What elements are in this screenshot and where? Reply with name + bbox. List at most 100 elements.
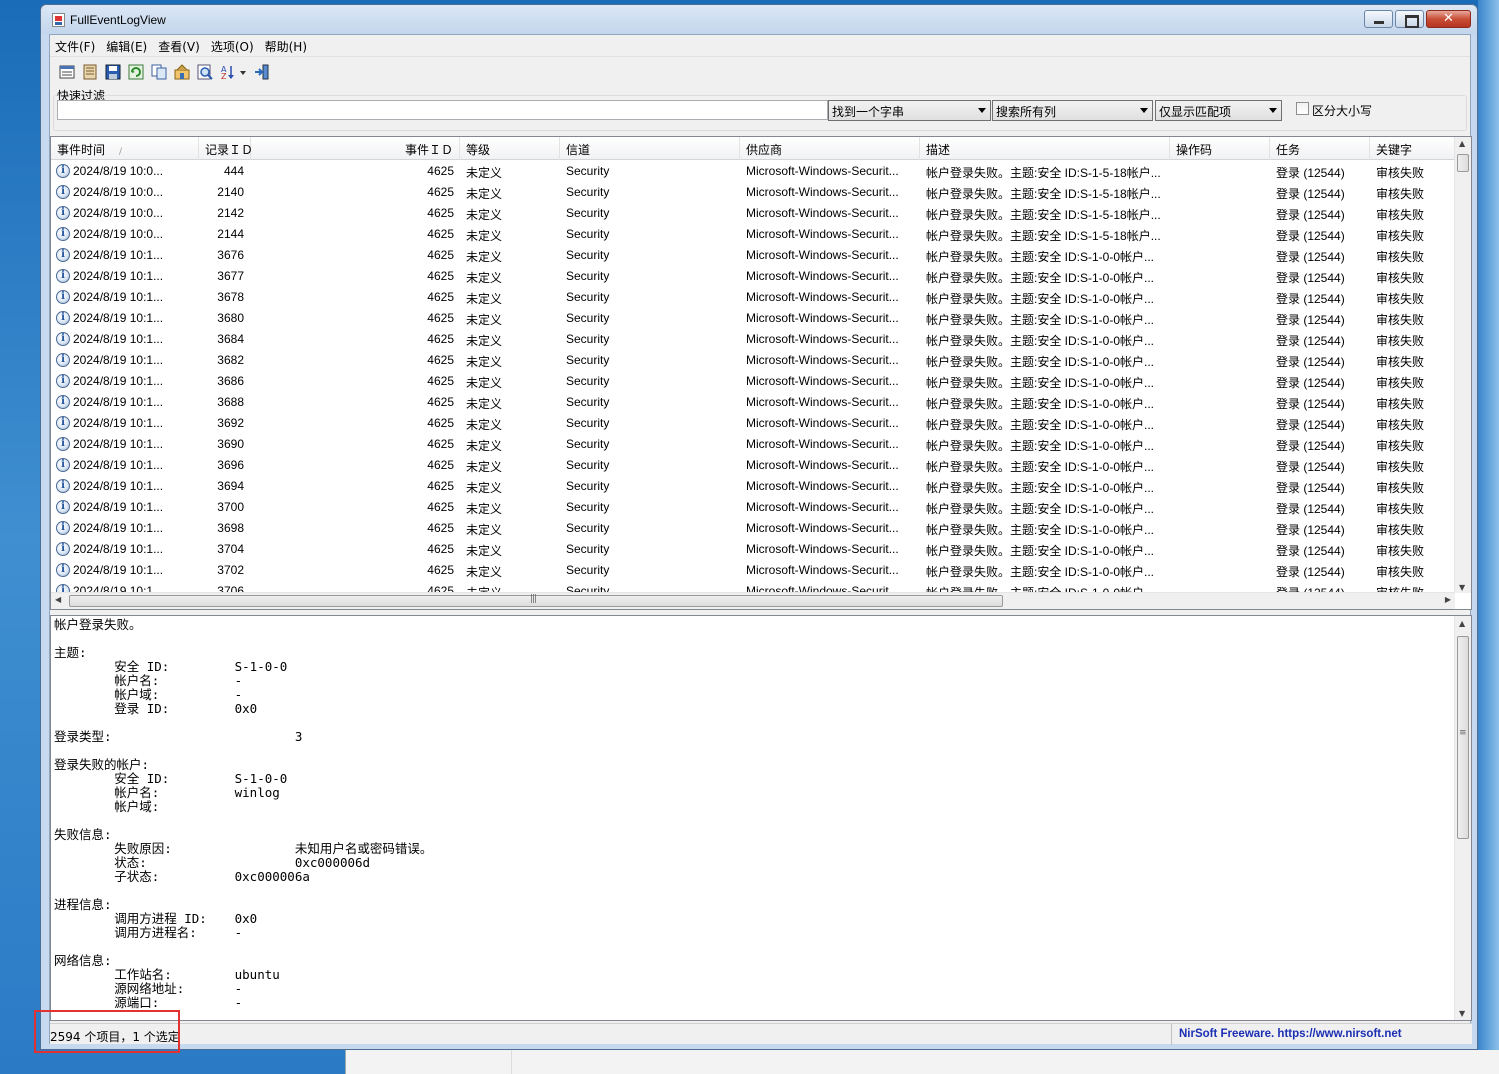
cell-task: 登录 (12544) <box>1276 229 1345 243</box>
column-header-channel[interactable]: 信道 <box>560 137 740 160</box>
cell-task: 登录 (12544) <box>1276 166 1345 180</box>
exit-icon[interactable] <box>254 64 270 80</box>
info-icon: i <box>56 416 70 430</box>
column-header-keywords[interactable]: 关键字 <box>1370 137 1455 160</box>
advanced-options-icon[interactable] <box>174 64 190 80</box>
table-row[interactable]: i 2024/8/19 10:1... 3688 4625 未定义 Security Mic… <box>51 392 1455 413</box>
event-detail-text[interactable]: 帐户登录失败。 主题: 安全 ID: S-1-0-0 帐户名: - 帐户域: -… <box>54 618 1449 1018</box>
list-vertical-scrollbar[interactable]: ▲ ▼ <box>1454 137 1471 593</box>
chevron-down-icon <box>978 108 986 113</box>
table-row[interactable]: i 2024/8/19 10:1... 3680 4625 未定义 Security Mic… <box>51 308 1455 329</box>
cell-level: 未定义 <box>466 439 503 453</box>
table-row[interactable]: i 2024/8/19 10:1... 3686 4625 未定义 Security Mic… <box>51 371 1455 392</box>
refresh-icon[interactable] <box>128 64 144 80</box>
cell-task: 登录 (12544) <box>1276 460 1345 474</box>
cell-level: 未定义 <box>466 334 503 348</box>
cell-channel: Security <box>566 164 610 178</box>
menu-options[interactable]: 选项(O) <box>206 35 260 55</box>
cell-channel: Security <box>566 206 610 220</box>
table-row[interactable]: i 2024/8/19 10:1... 3677 4625 未定义 Security Mic… <box>51 266 1455 287</box>
filter-show-select[interactable]: 仅显示匹配项 <box>1155 100 1282 121</box>
cell-description: 帐户登录失败。主题:安全 ID:S-1-0-0帐户... <box>926 334 1155 348</box>
column-header-task[interactable]: 任务 <box>1270 137 1370 160</box>
cell-record-id: 3696 <box>217 458 244 472</box>
close-button[interactable]: ✕ <box>1426 10 1471 28</box>
column-header-event-time[interactable]: 事件时间 / <box>51 137 199 160</box>
table-row[interactable]: i 2024/8/19 10:1... 3704 4625 未定义 Security Mic… <box>51 539 1455 560</box>
table-row[interactable]: i 2024/8/19 10:0... 444 4625 未定义 Security Micr… <box>51 161 1455 182</box>
table-row[interactable]: i 2024/8/19 10:1... 3676 4625 未定义 Security Mic… <box>51 245 1455 266</box>
column-header-level[interactable]: 等级 <box>460 137 560 160</box>
scroll-left-icon[interactable]: ◀ <box>55 595 61 604</box>
cell-channel: Security <box>566 269 610 283</box>
filter-columns-select[interactable]: 搜索所有列 <box>992 100 1153 121</box>
menu-file[interactable]: 文件(F) <box>50 35 101 55</box>
cell-record-id: 3677 <box>217 269 244 283</box>
filter-mode-select[interactable]: 找到一个字串 <box>828 100 991 121</box>
table-row[interactable]: i 2024/8/19 10:0... 2144 4625 未定义 Security Mic… <box>51 224 1455 245</box>
cell-keywords: 审核失败 <box>1376 292 1425 306</box>
table-row[interactable]: i 2024/8/19 10:1... 3702 4625 未定义 Security Mic… <box>51 560 1455 581</box>
app-icon[interactable] <box>52 13 65 27</box>
grip-icon: ≡ <box>1459 728 1467 738</box>
column-header-record-id[interactable]: 记录ＩＤ <box>199 137 253 160</box>
table-row[interactable]: i 2024/8/19 10:1... 3678 4625 未定义 Security Mic… <box>51 287 1455 308</box>
cell-description: 帐户登录失败。主题:安全 ID:S-1-0-0帐户... <box>926 355 1155 369</box>
info-icon: i <box>56 479 70 493</box>
properties-icon[interactable] <box>59 64 75 80</box>
table-row[interactable]: i 2024/8/19 10:1... 3692 4625 未定义 Security Mic… <box>51 413 1455 434</box>
sort-icon[interactable]: AZ <box>221 64 249 80</box>
list-horizontal-scrollbar[interactable]: ◀ ||| ▶ <box>51 592 1455 609</box>
table-row[interactable]: i 2024/8/19 10:1... 3682 4625 未定义 Security Mic… <box>51 350 1455 371</box>
cell-description: 帐户登录失败。主题:安全 ID:S-1-0-0帐户... <box>926 250 1155 264</box>
cell-event-id: 4625 <box>427 332 454 346</box>
cell-keywords: 审核失败 <box>1376 523 1425 537</box>
table-row[interactable]: i 2024/8/19 10:0... 2140 4625 未定义 Security Mic… <box>51 182 1455 203</box>
save-icon[interactable] <box>105 64 121 80</box>
find-icon[interactable] <box>197 64 213 80</box>
table-row[interactable]: i 2024/8/19 10:1... 3684 4625 未定义 Security Mic… <box>51 329 1455 350</box>
menu-help[interactable]: 帮助(H) <box>260 35 313 55</box>
table-row[interactable]: i 2024/8/19 10:1... 3694 4625 未定义 Security Mic… <box>51 476 1455 497</box>
menu-edit[interactable]: 编辑(E) <box>101 35 153 55</box>
event-list[interactable]: 事件时间 / 记录ＩＤ 事件ＩＤ 等级 信道 供应商 描述 操作码 任务 关键字 … <box>50 136 1472 610</box>
scroll-up-icon[interactable]: ▲ <box>1459 619 1465 628</box>
scroll-right-icon[interactable]: ▶ <box>1445 595 1451 604</box>
column-header-event-id[interactable]: 事件ＩＤ <box>251 137 460 160</box>
scroll-down-icon[interactable]: ▼ <box>1459 583 1465 592</box>
menu-view[interactable]: 查看(V) <box>153 35 206 55</box>
cell-event-id: 4625 <box>427 164 454 178</box>
scroll-down-icon[interactable]: ▼ <box>1459 1009 1465 1018</box>
cell-keywords: 审核失败 <box>1376 166 1425 180</box>
scroll-thumb[interactable] <box>1457 154 1469 172</box>
cell-event-id: 4625 <box>427 563 454 577</box>
quick-filter-input[interactable] <box>57 100 828 120</box>
table-row[interactable]: i 2024/8/19 10:0... 2142 4625 未定义 Security Mic… <box>51 203 1455 224</box>
cell-event-time: 2024/8/19 10:1... <box>73 269 164 283</box>
table-row[interactable]: i 2024/8/19 10:1... 3690 4625 未定义 Security Mic… <box>51 434 1455 455</box>
table-row[interactable]: i 2024/8/19 10:1... 3698 4625 未定义 Security Mic… <box>51 518 1455 539</box>
table-row[interactable]: i 2024/8/19 10:1... 3696 4625 未定义 Security Mic… <box>51 455 1455 476</box>
maximize-button[interactable] <box>1395 10 1424 28</box>
cell-keywords: 审核失败 <box>1376 460 1425 474</box>
minimize-button[interactable] <box>1364 10 1393 28</box>
column-header-opcode[interactable]: 操作码 <box>1170 137 1270 160</box>
detail-vertical-scrollbar[interactable]: ▲ ≡ ▼ <box>1454 616 1471 1020</box>
scroll-up-icon[interactable]: ▲ <box>1459 139 1465 148</box>
table-row[interactable]: i 2024/8/19 10:1... 3700 4625 未定义 Security Mic… <box>51 497 1455 518</box>
log-icon[interactable] <box>82 64 98 80</box>
event-detail-pane[interactable]: 帐户登录失败。 主题: 安全 ID: S-1-0-0 帐户名: - 帐户域: -… <box>50 615 1472 1021</box>
cell-channel: Security <box>566 416 610 430</box>
cell-channel: Security <box>566 248 610 262</box>
cell-task: 登录 (12544) <box>1276 544 1345 558</box>
nirsoft-link[interactable]: NirSoft Freeware. https://www.nirsoft.ne… <box>1171 1024 1451 1045</box>
title-bar[interactable]: FullEventLogView ✕ <box>41 5 1477 34</box>
column-header-provider[interactable]: 供应商 <box>740 137 920 160</box>
copy-icon[interactable] <box>151 64 167 80</box>
filter-mode-value: 找到一个字串 <box>832 105 905 119</box>
scroll-thumb[interactable]: ||| <box>69 594 1003 607</box>
cell-provider: Microsoft-Windows-Securit... <box>746 311 899 325</box>
cell-event-id: 4625 <box>427 437 454 451</box>
column-header-description[interactable]: 描述 <box>920 137 1170 160</box>
case-sensitive-checkbox[interactable] <box>1296 102 1309 115</box>
